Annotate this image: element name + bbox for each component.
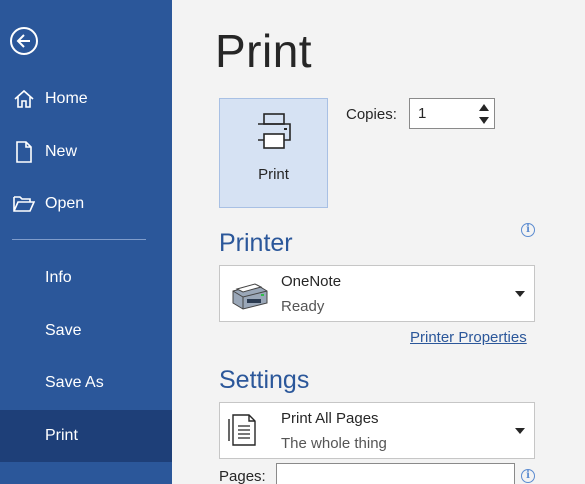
pages-input[interactable] — [276, 463, 515, 484]
nav-item-label: Save As — [45, 374, 104, 391]
back-button[interactable] — [10, 27, 38, 55]
spin-up-icon[interactable] — [479, 104, 489, 111]
nav-item-label: Open — [45, 195, 85, 212]
nav-item-open[interactable]: Open — [0, 178, 172, 230]
copies-label: Copies: — [346, 106, 397, 123]
page-title: Print — [215, 25, 313, 77]
printer-heading: Printer — [219, 229, 293, 257]
pages-mode-description: The whole thing — [281, 435, 387, 452]
pages-label: Pages: — [219, 468, 266, 484]
nav-item-save[interactable]: Save — [0, 305, 172, 357]
copies-spinner[interactable]: 1 — [409, 98, 495, 129]
nav-item-print[interactable]: Print — [0, 410, 172, 462]
back-arrow-icon — [16, 34, 30, 48]
nav-item-home[interactable]: Home — [0, 73, 172, 125]
print-button[interactable]: Print — [219, 98, 328, 208]
open-folder-icon — [12, 192, 36, 216]
nav-item-info[interactable]: Info — [0, 252, 172, 304]
print-button-label: Print — [258, 166, 289, 183]
nav-item-label: Print — [45, 427, 78, 444]
printer-icon — [258, 113, 291, 149]
printer-name: OneNote — [281, 273, 342, 290]
nav-item-save-as[interactable]: Save As — [0, 357, 172, 409]
home-icon — [12, 87, 36, 111]
copies-value: 1 — [418, 105, 427, 122]
pages-document-icon — [228, 414, 256, 446]
settings-heading: Settings — [219, 366, 310, 394]
backstage-sidebar: Home New Open Info Save Save As Print — [0, 0, 172, 484]
nav-item-new[interactable]: New — [0, 126, 172, 178]
sidebar-divider — [12, 239, 146, 240]
chevron-down-icon — [515, 428, 525, 434]
pages-mode-dropdown[interactable]: Print All Pages The whole thing — [219, 402, 535, 459]
printer-status: Ready — [281, 298, 325, 315]
nav-item-label: Info — [45, 269, 72, 286]
printer-dropdown[interactable]: OneNote Ready — [219, 265, 535, 322]
chevron-down-icon — [515, 291, 525, 297]
printer-properties-link[interactable]: Printer Properties — [410, 329, 527, 346]
printer-device-icon — [232, 283, 268, 310]
spin-down-icon[interactable] — [479, 117, 489, 124]
pages-mode-name: Print All Pages — [281, 410, 379, 427]
print-pane: Print Print Copies: 1 i Printer OneNote … — [172, 0, 585, 484]
nav-item-label: Home — [45, 90, 88, 107]
new-document-icon — [12, 140, 36, 164]
pages-info-icon[interactable]: i — [521, 469, 535, 483]
nav-item-label: New — [45, 143, 78, 160]
printer-info-icon[interactable]: i — [521, 223, 535, 237]
nav-item-label: Save — [45, 322, 82, 339]
